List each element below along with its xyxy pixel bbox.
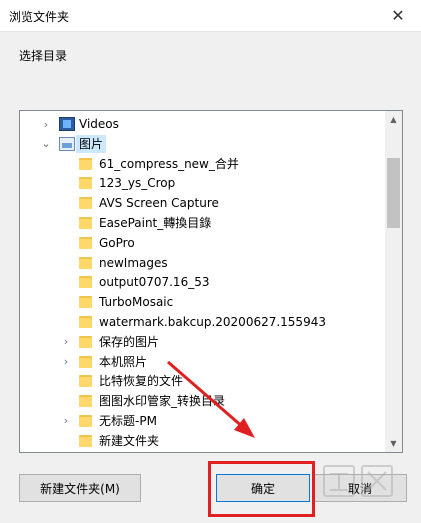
scroll-down-icon[interactable]: ▼: [385, 435, 402, 452]
tree-item-label: 新建文件夹: [99, 433, 160, 448]
folder-icon: [79, 276, 92, 289]
tree-item-label: GoPro: [99, 235, 135, 250]
tree-row[interactable]: watermark.bakcup.20200627.155943: [20, 312, 385, 332]
pictures-library-icon: [59, 136, 75, 151]
tree-row[interactable]: GoPro: [20, 233, 385, 253]
tree-row[interactable]: 图图水印管家_转换目录: [20, 391, 385, 411]
folder-icon: [79, 375, 92, 388]
tree-item-label: 61_compress_new_合并: [99, 156, 239, 171]
folder-icon: [79, 414, 92, 427]
tree-item-label: 123_ys_Crop: [99, 176, 176, 191]
tree-item-label: 图片: [76, 134, 107, 153]
folder-icon: [79, 236, 92, 249]
tree-row[interactable]: › Videos: [20, 114, 385, 134]
chevron-down-icon[interactable]: ⌄: [39, 134, 53, 154]
tree-row[interactable]: AVS Screen Capture: [20, 193, 385, 213]
folder-icon: [79, 197, 92, 210]
tree-row[interactable]: newImages: [20, 253, 385, 273]
dialog-prompt: 选择目录: [19, 49, 68, 63]
ok-button[interactable]: 确定: [216, 474, 310, 502]
tree-row[interactable]: 新建文件夹: [20, 431, 385, 451]
tree-item-label: 保存的图片: [99, 334, 160, 349]
folder-icon: [79, 355, 92, 368]
tree-row[interactable]: › 无标题-PM: [20, 411, 385, 431]
title-bar: 浏览文件夹 ✕: [0, 0, 421, 32]
folder-tree[interactable]: › Videos ⌄ 图片 61_compress_new_合并 123_ys_Crop A…: [19, 110, 403, 453]
tree-item-label: 比特恢复的文件: [99, 374, 184, 389]
cancel-button-label: 取消: [347, 481, 372, 496]
tree-item-label: TurboMosaic: [99, 295, 174, 310]
folder-icon: [79, 395, 92, 408]
tree-row[interactable]: output0707.16_53: [20, 272, 385, 292]
tree-row[interactable]: EasePaint_轉換目錄: [20, 213, 385, 233]
tree-row[interactable]: 123_ys_Crop: [20, 173, 385, 193]
tree-item-label: EasePaint_轉換目錄: [99, 215, 212, 230]
tree-row[interactable]: 比特恢复的文件: [20, 371, 385, 391]
tree-item-label: 本机照片: [99, 354, 148, 369]
chevron-right-icon[interactable]: ›: [59, 352, 73, 372]
tree-item-label: output0707.16_53: [99, 275, 210, 290]
close-button[interactable]: ✕: [375, 0, 421, 31]
tree-row[interactable]: ⌄ 图片: [20, 134, 385, 154]
ok-button-label: 确定: [250, 481, 275, 496]
folder-icon: [79, 177, 92, 190]
new-folder-button[interactable]: 新建文件夹(M): [19, 474, 141, 502]
tree-item-label: AVS Screen Capture: [99, 196, 219, 211]
window-title: 浏览文件夹: [9, 10, 70, 24]
folder-icon: [79, 315, 92, 328]
cancel-button[interactable]: 取消: [313, 474, 407, 502]
tree-item-label: 图图水印管家_转换目录: [99, 394, 226, 409]
tree-items: › Videos ⌄ 图片 61_compress_new_合并 123_ys_Crop A…: [20, 114, 385, 451]
tree-item-label: newImages: [99, 255, 168, 270]
chevron-right-icon[interactable]: ›: [39, 114, 53, 134]
folder-icon: [79, 434, 92, 447]
chevron-right-icon[interactable]: ›: [59, 411, 73, 431]
folder-icon: [79, 335, 92, 348]
folder-icon: [79, 157, 92, 170]
scroll-up-icon[interactable]: ▲: [385, 111, 402, 128]
folder-icon: [79, 256, 92, 269]
tree-row[interactable]: › 保存的图片: [20, 332, 385, 352]
chevron-right-icon[interactable]: ›: [59, 332, 73, 352]
scrollbar-thumb[interactable]: [387, 158, 400, 228]
tree-item-label: watermark.bakcup.20200627.155943: [99, 314, 326, 329]
vertical-scrollbar[interactable]: ▲ ▼: [385, 111, 402, 452]
video-library-icon: [59, 117, 75, 131]
tree-item-label: 无标题-PM: [99, 413, 157, 428]
folder-icon: [79, 216, 92, 229]
folder-icon: [79, 296, 92, 309]
new-folder-button-label: 新建文件夹(M): [40, 481, 120, 496]
close-icon: ✕: [391, 6, 405, 25]
tree-item-label: Videos: [79, 117, 119, 131]
tree-row[interactable]: TurboMosaic: [20, 292, 385, 312]
tree-row[interactable]: › 本机照片: [20, 352, 385, 372]
tree-row[interactable]: 61_compress_new_合并: [20, 154, 385, 174]
